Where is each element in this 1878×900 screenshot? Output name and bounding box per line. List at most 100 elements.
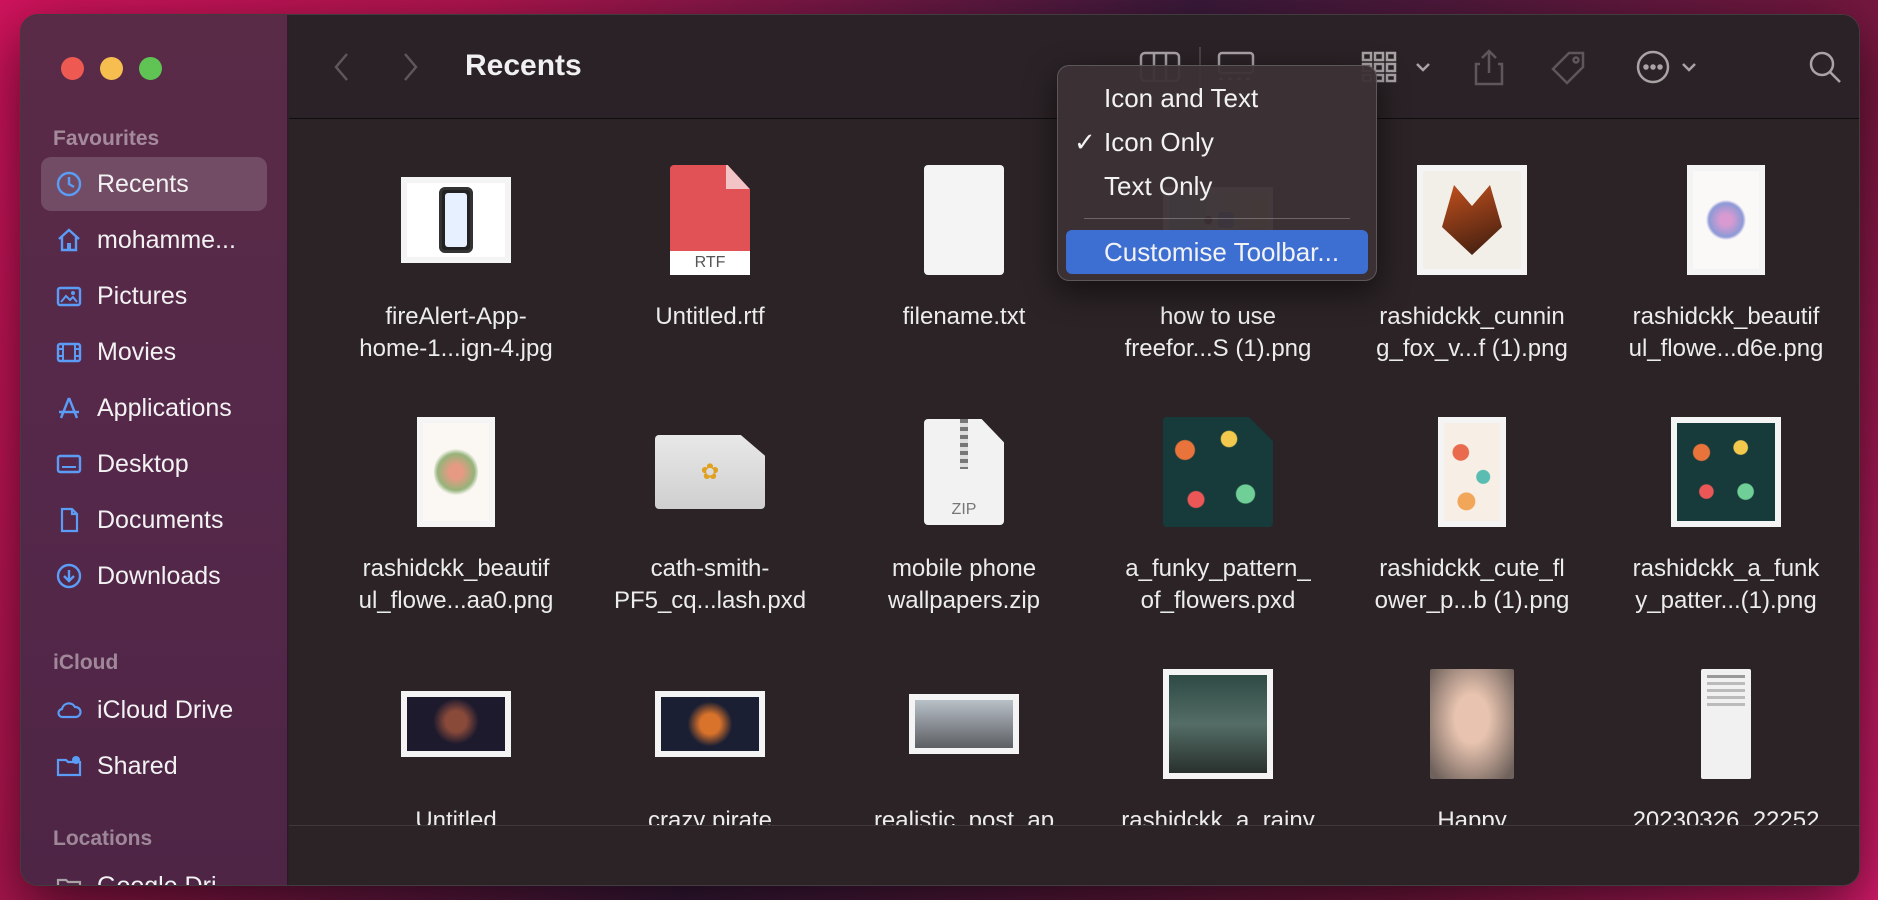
window-controls xyxy=(61,57,162,80)
sidebar-section-icloud: iCloud xyxy=(53,651,119,674)
sidebar-item-desktop[interactable]: Desktop xyxy=(41,437,267,491)
sidebar-section-locations: Locations xyxy=(53,827,153,850)
file-item[interactable]: ✿ cath-smith- PF5_cq...lash.pxd xyxy=(585,407,835,617)
menu-item-icon-and-text[interactable]: Icon and Text xyxy=(1058,78,1376,118)
home-icon xyxy=(55,226,83,254)
sidebar-item-label: Downloads xyxy=(97,561,221,590)
chevron-right-icon xyxy=(404,53,418,81)
sidebar-item-home[interactable]: mohamme... xyxy=(41,213,267,267)
file-item[interactable]: fireAlert-App- home-1...ign-4.jpg xyxy=(331,155,581,365)
file-item[interactable]: rashidckk_a_rainy xyxy=(1093,659,1343,825)
file-item[interactable]: a_funky_pattern_ of_flowers.pxd xyxy=(1093,407,1343,617)
sidebar-item-documents[interactable]: Documents xyxy=(41,493,267,547)
share-button[interactable] xyxy=(1469,47,1509,87)
file-name: mobile phone wallpapers.zip xyxy=(887,555,1041,614)
pattern-document-icon xyxy=(1163,417,1273,527)
file-item[interactable]: RTF Untitled.rtf xyxy=(585,155,835,333)
main-area: Recents fireAlert-App- home-1...ign-4.jp… xyxy=(289,15,1859,885)
sidebar-item-shared[interactable]: Shared xyxy=(41,739,267,793)
sidebar-item-pictures[interactable]: Pictures xyxy=(41,269,267,323)
file-thumbnail xyxy=(401,691,511,757)
file-name: 20230326_22252 xyxy=(1632,807,1820,825)
file-name: filename.txt xyxy=(902,303,1026,330)
desktop-icon xyxy=(55,450,83,478)
flower-image: ✿ xyxy=(700,459,720,484)
file-thumbnail xyxy=(1438,417,1506,527)
file-thumbnail xyxy=(1701,669,1751,779)
folder-icon xyxy=(55,872,83,885)
sidebar-item-google-drive[interactable]: Google Dri... xyxy=(41,859,267,885)
ellipsis-circle-icon xyxy=(1636,50,1696,84)
back-button[interactable] xyxy=(327,47,357,87)
file-name: rashidckk_cunnin g_fox_v...f (1).png xyxy=(1376,303,1568,362)
file-name: Happy xyxy=(1437,807,1507,825)
file-item[interactable]: rashidckk_a_funk y_patter...(1).png xyxy=(1601,407,1851,617)
close-button[interactable] xyxy=(61,57,84,80)
menu-item-customise-toolbar[interactable]: Customise Toolbar... xyxy=(1066,230,1368,274)
clock-icon xyxy=(55,170,83,198)
file-thumbnail xyxy=(417,417,495,527)
file-name: crazy pirate xyxy=(647,807,773,825)
tag-icon xyxy=(1551,51,1585,85)
menu-item-text-only[interactable]: Text Only xyxy=(1058,166,1376,206)
more-actions-button[interactable] xyxy=(1635,47,1705,87)
file-name: how to use freefor...S (1).png xyxy=(1124,303,1312,362)
flower-image xyxy=(1706,200,1746,240)
applications-icon xyxy=(55,394,83,422)
file-thumbnail xyxy=(655,691,765,757)
file-item[interactable]: ZIP mobile phone wallpapers.zip xyxy=(839,407,1089,617)
file-item[interactable]: Happy xyxy=(1347,659,1597,825)
sidebar-item-label: Movies xyxy=(97,337,177,366)
finder-window: Favourites Recents mohamme... Pictures M… xyxy=(20,14,1860,886)
status-bar xyxy=(289,825,1859,885)
sidebar-item-applications[interactable]: Applications xyxy=(41,381,267,435)
sidebar-item-label: Shared xyxy=(97,751,178,780)
file-name: Untitled.rtf xyxy=(655,303,765,330)
film-icon xyxy=(55,338,83,366)
menu-separator xyxy=(1084,218,1350,219)
checkmark-icon: ✓ xyxy=(1074,126,1096,157)
toolbar-display-menu: Icon and Text ✓ Icon Only Text Only Cust… xyxy=(1057,65,1377,281)
pxd-document-icon: ✿ xyxy=(655,435,765,509)
sidebar-item-downloads[interactable]: Downloads xyxy=(41,549,267,603)
document-icon xyxy=(55,506,83,534)
file-item[interactable]: rashidckk_cunnin g_fox_v...f (1).png xyxy=(1347,155,1597,365)
tags-button[interactable] xyxy=(1549,47,1589,87)
file-item[interactable]: rashidckk_beautif ul_flowe...d6e.png xyxy=(1601,155,1851,365)
file-name: rashidckk_a_rainy xyxy=(1121,807,1315,825)
file-thumbnail xyxy=(1671,417,1781,527)
file-item[interactable]: 20230326_22252 xyxy=(1601,659,1851,825)
sidebar-item-label: Pictures xyxy=(97,281,188,310)
file-item[interactable]: Untitled xyxy=(331,659,581,825)
file-item[interactable]: rashidckk_beautif ul_flowe...aa0.png xyxy=(331,407,581,617)
rtf-document-icon: RTF xyxy=(670,165,750,275)
menu-item-icon-only[interactable]: ✓ Icon Only xyxy=(1058,122,1376,162)
minimize-button[interactable] xyxy=(100,57,123,80)
file-thumbnail xyxy=(1417,165,1527,275)
window-title: Recents xyxy=(465,49,582,82)
file-item[interactable]: crazy pirate xyxy=(585,659,835,825)
file-name: fireAlert-App- home-1...ign-4.jpg xyxy=(359,303,553,362)
zipper-icon xyxy=(960,419,968,469)
file-thumbnail xyxy=(401,177,511,263)
file-name: rashidckk_beautif ul_flowe...d6e.png xyxy=(1628,303,1824,362)
file-item[interactable]: realistic_post_ap xyxy=(839,659,1089,825)
file-name: Untitled xyxy=(415,807,497,825)
sidebar-item-movies[interactable]: Movies xyxy=(41,325,267,379)
file-item[interactable]: filename.txt xyxy=(839,155,1089,333)
zoom-button[interactable] xyxy=(139,57,162,80)
sidebar-section-favourites: Favourites xyxy=(53,127,160,150)
file-item[interactable]: rashidckk_cute_fl ower_p...b (1).png xyxy=(1347,407,1597,617)
sidebar-item-icloud-drive[interactable]: iCloud Drive xyxy=(41,683,267,737)
sidebar-item-label: iCloud Drive xyxy=(97,695,234,724)
search-button[interactable] xyxy=(1805,47,1845,87)
chevron-left-icon xyxy=(334,53,348,81)
file-type-badge: RTF xyxy=(670,251,750,275)
file-name: realistic_post_ap xyxy=(873,807,1055,825)
sidebar-item-recents[interactable]: Recents xyxy=(41,157,267,211)
file-thumbnail xyxy=(1430,669,1514,779)
file-name: a_funky_pattern_ of_flowers.pxd xyxy=(1125,555,1311,614)
shared-folder-icon xyxy=(55,752,83,780)
forward-button[interactable] xyxy=(395,47,425,87)
file-thumbnail xyxy=(909,694,1019,754)
